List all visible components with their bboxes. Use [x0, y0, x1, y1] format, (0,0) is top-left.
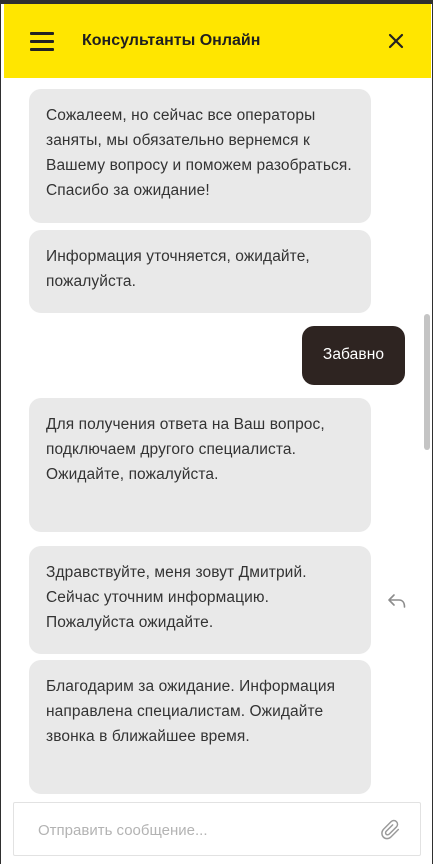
composer: [4, 794, 431, 864]
message-input-box[interactable]: [13, 802, 421, 856]
operator-message: Для получения ответа на Ваш вопрос, подк…: [29, 398, 371, 532]
close-icon[interactable]: [386, 31, 406, 51]
message-input[interactable]: [38, 819, 358, 841]
operator-message: Благодарим за ожидание. Информация напра…: [29, 660, 371, 794]
hamburger-menu-icon[interactable]: [30, 31, 54, 51]
user-message: Забавно: [302, 326, 405, 385]
message-list[interactable]: Сожалеем, но сейчас все операторы заняты…: [4, 78, 431, 794]
scrollbar-thumb[interactable]: [424, 314, 430, 450]
chat-header: Консультанты Онлайн: [4, 4, 431, 78]
operator-message: Информация уточняется, ожидайте, пожалуй…: [29, 230, 371, 313]
paperclip-icon[interactable]: [380, 819, 402, 841]
header-title: Консультанты Онлайн: [82, 32, 261, 49]
operator-message: Здравствуйте, меня зовут Дмитрий. Сейчас…: [29, 546, 371, 654]
reply-icon[interactable]: [387, 592, 407, 610]
chat-widget: Консультанты Онлайн Сожалеем, но сейчас …: [0, 0, 433, 864]
operator-message: Сожалеем, но сейчас все операторы заняты…: [29, 89, 371, 223]
